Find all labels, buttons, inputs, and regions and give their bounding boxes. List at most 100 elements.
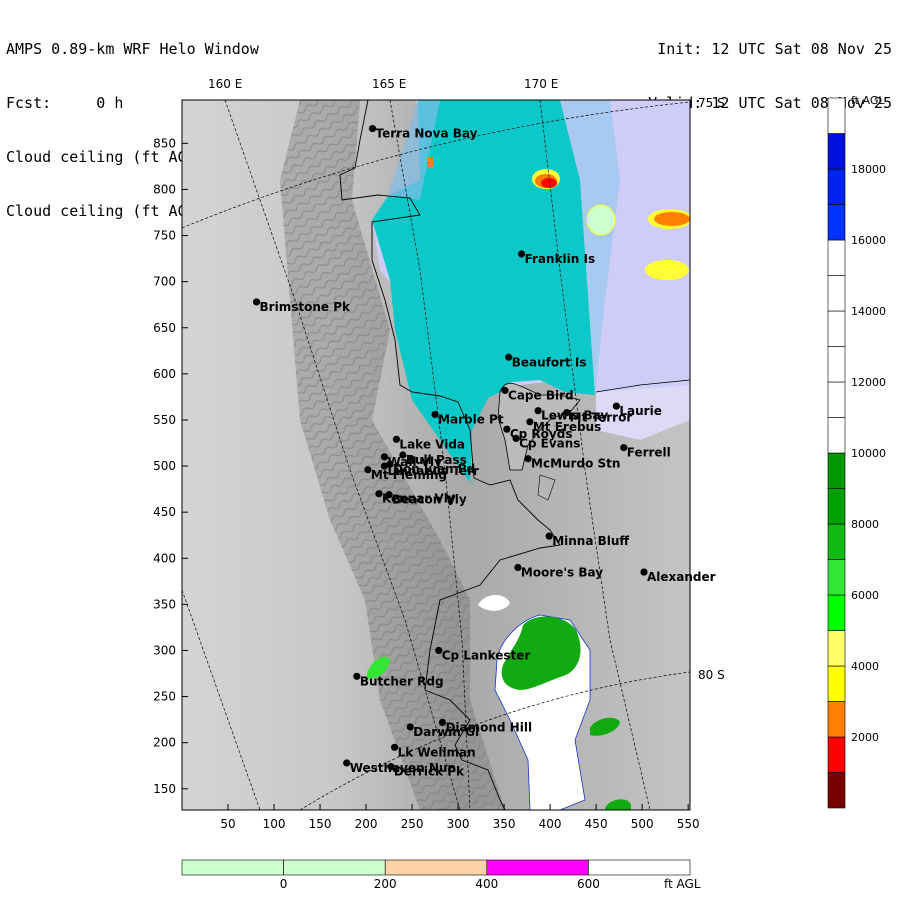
station-label: Terra Nova Bay (376, 127, 478, 141)
ceiling-orange-dot (427, 157, 433, 167)
y-tick-label: 550 (153, 413, 176, 427)
ceiling-light-green (586, 204, 616, 236)
colorbar-right-label: 2000 (851, 731, 879, 744)
colorbar-bottom-label: 400 (475, 877, 498, 891)
station-label: Moore's Bay (521, 565, 603, 579)
colorbar-right-label: 8000 (851, 518, 879, 531)
colorbar-right-swatch (827, 559, 846, 596)
colorbar-right-swatch (827, 133, 846, 170)
x-tick-label: 400 (539, 817, 562, 831)
colorbar-bottom: 0 200 400 600 (181, 859, 691, 891)
colorbar-right-swatch (827, 594, 846, 631)
y-tick-label: 750 (153, 229, 176, 243)
colorbar-right-swatch (827, 772, 846, 809)
colorbar-right-swatch (827, 239, 846, 276)
colorbar-right-swatch (827, 736, 846, 773)
colorbar-right-label: 4000 (851, 660, 879, 673)
y-axis-ticks: 150 200 250 300 350 400 450 500 550 600 650 700 750 8… (153, 136, 188, 796)
station-label: Beaufort Is (512, 355, 587, 369)
lon-label-165e: 165 E (372, 77, 406, 91)
x-tick-label: 350 (493, 817, 516, 831)
colorbar-bottom-label: 600 (577, 877, 600, 891)
y-tick-label: 200 (153, 736, 176, 750)
map-area: 50 100 150 200 250 300 350 400 450 500 550 150 200 2… (0, 0, 900, 900)
station-label: Darwin Gl (413, 725, 479, 739)
colorbar-right-label: 12000 (851, 376, 886, 389)
station-label: Brimstone Pk (260, 300, 351, 314)
station-label: Franklin Is (525, 252, 596, 266)
x-tick-label: 150 (309, 817, 332, 831)
station-label: Cp Lankester (442, 648, 531, 662)
colorbar-right-swatch (827, 630, 846, 667)
colorbar-right-label: 6000 (851, 589, 879, 602)
station-label: Linnaeus Terr (387, 464, 479, 478)
colorbar-right-swatch (827, 523, 846, 560)
colorbar-bottom-unit: ft AGL (664, 877, 701, 891)
y-tick-label: 450 (153, 505, 176, 519)
x-tick-label: 100 (263, 817, 286, 831)
station-label: Minna Bluff (552, 534, 629, 548)
colorbar-right-swatch (827, 417, 846, 454)
colorbar-bottom-swatch (283, 859, 386, 876)
lat-label-80s: 80 S (698, 668, 725, 682)
colorbar-right-swatch (827, 97, 846, 134)
y-tick-label: 150 (153, 782, 176, 796)
x-tick-label: 250 (401, 817, 424, 831)
colorbar-right-label: 18000 (851, 163, 886, 176)
colorbar-right-swatch (827, 310, 846, 347)
colorbar-right-swatch (827, 168, 846, 205)
station-label: Marble Pt (438, 412, 504, 426)
ceiling-yellow-east-2 (645, 260, 689, 280)
colorbar-right-swatch (827, 665, 846, 702)
colorbar-right: 2000 4000 6000 8000 10000 12000 14000 16000 1800… (827, 97, 886, 809)
lon-label-170e: 170 E (524, 77, 558, 91)
colorbar-right-swatch (827, 346, 846, 383)
y-tick-label: 400 (153, 551, 176, 565)
colorbar-right-swatch (827, 488, 846, 525)
x-tick-label: 300 (447, 817, 470, 831)
x-tick-label: 450 (585, 817, 608, 831)
station-label: Lake Vida (399, 437, 465, 451)
lat-label-75s: 75 S (698, 96, 725, 110)
y-tick-label: 300 (153, 643, 176, 657)
y-tick-label: 250 (153, 690, 176, 704)
colorbar-right-unit: ft AGL (851, 94, 885, 107)
x-tick-label: 200 (355, 817, 378, 831)
station-label: Alexander (647, 570, 716, 584)
ceiling-red-north (541, 178, 557, 188)
colorbar-bottom-swatch (588, 859, 691, 876)
colorbar-right-label: 10000 (851, 447, 886, 460)
y-tick-label: 700 (153, 275, 176, 289)
station-label: Cape Bird (508, 388, 574, 402)
station-label: Ferrell (627, 446, 671, 460)
x-tick-label: 550 (677, 817, 700, 831)
station-label: Beacon Vly (392, 493, 467, 507)
y-tick-label: 350 (153, 597, 176, 611)
station-label: Derrick Pk (394, 765, 465, 779)
y-tick-label: 500 (153, 459, 176, 473)
colorbar-right-label: 16000 (851, 234, 886, 247)
station-label: Butcher Rdg (360, 674, 444, 688)
colorbar-right-swatch (827, 701, 846, 738)
y-tick-label: 800 (153, 182, 176, 196)
map-svg: 50 100 150 200 250 300 350 400 450 500 550 150 200 2… (153, 77, 886, 891)
y-tick-label: 650 (153, 321, 176, 335)
ceiling-orange-east (654, 212, 690, 226)
colorbar-right-swatch (827, 204, 846, 241)
y-tick-label: 850 (153, 136, 176, 150)
colorbar-bottom-swatch (486, 859, 589, 876)
station-label: Lk Wellman (398, 745, 476, 759)
station-label: Cp Evans (519, 436, 580, 450)
x-tick-label: 50 (220, 817, 235, 831)
station-label: McMurdo Stn (531, 457, 620, 471)
colorbar-right-swatch (827, 275, 846, 312)
colorbar-bottom-swatch (384, 859, 488, 876)
colorbar-right-swatch (827, 452, 846, 489)
colorbar-bottom-label: 200 (374, 877, 397, 891)
colorbar-right-swatch (827, 381, 846, 418)
y-tick-label: 600 (153, 367, 176, 381)
colorbar-bottom-swatch (181, 859, 284, 876)
x-tick-label: 500 (631, 817, 654, 831)
colorbar-right-label: 14000 (851, 305, 886, 318)
lon-label-160e: 160 E (208, 77, 242, 91)
